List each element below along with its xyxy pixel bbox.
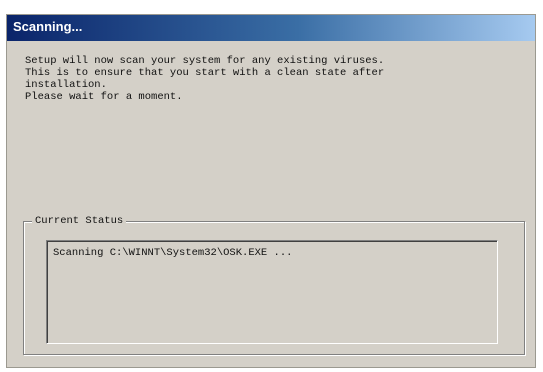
scan-message: Setup will now scan your system for any … xyxy=(25,55,525,103)
scanning-status-text: Scanning C:\WINNT\System32\OSK.EXE ... xyxy=(53,247,293,259)
status-display-box: Scanning C:\WINNT\System32\OSK.EXE ... xyxy=(46,240,498,344)
window-title: Scanning... xyxy=(13,19,83,34)
title-bar[interactable]: Scanning... xyxy=(7,15,535,41)
current-status-label: Current Status xyxy=(32,214,127,228)
message-line: This is to ensure that you start with a … xyxy=(25,67,385,79)
message-line: Please wait for a moment. xyxy=(25,91,183,103)
scanning-dialog: Scanning... Setup will now scan your sys… xyxy=(6,14,536,368)
message-line: installation. xyxy=(25,79,107,91)
message-line: Setup will now scan your system for any … xyxy=(25,55,385,67)
current-status-group: Current Status Scanning C:\WINNT\System3… xyxy=(23,214,525,355)
